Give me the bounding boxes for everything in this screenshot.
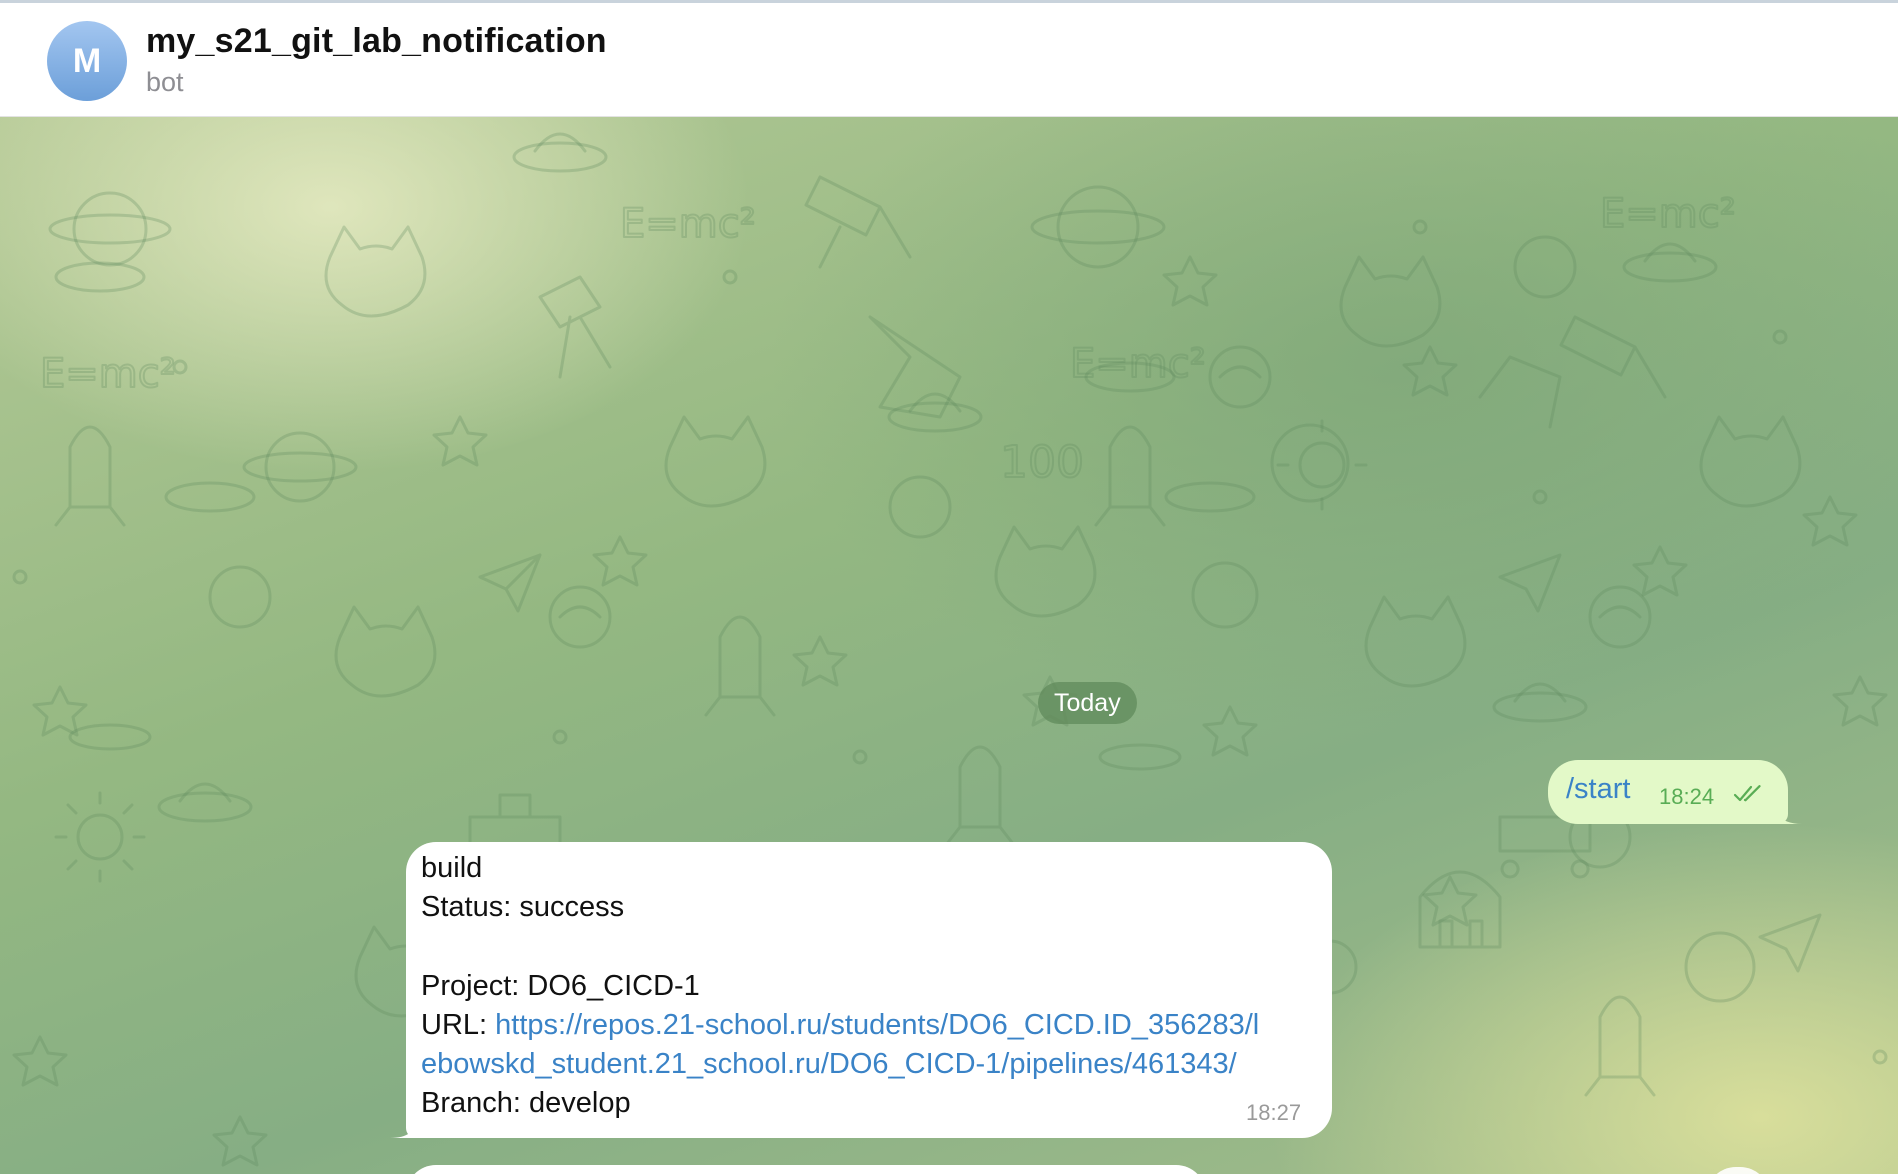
pipeline-link[interactable]: https://repos.21-school.ru/students/DO6_… [495,1009,1259,1041]
chat-area[interactable]: E=mc² E=mc² E=mc² E=mc² 100 Today /start… [0,117,1898,1174]
outgoing-message[interactable]: /start 18:24 [1548,760,1788,824]
message-line-project: Project: DO6_CICD-1 [421,970,700,1002]
message-line-job: build [421,852,483,884]
avatar[interactable]: M [47,21,127,101]
pipeline-link-continued[interactable]: ebowskd_student.21_school.ru/DO6_CICD-1/… [421,1046,1237,1082]
url-label: URL: [421,1009,496,1041]
svg-text:E=mc²: E=mc² [620,201,756,247]
svg-text:E=mc²: E=mc² [1600,191,1736,237]
outgoing-bubble-tail [1774,803,1802,824]
svg-text:E=mc²: E=mc² [40,351,176,397]
message-time: 18:27 [1246,1100,1302,1125]
message-line-status: Status: success [421,891,625,923]
message-time: 18:24 [1659,784,1715,809]
chat-header[interactable]: M my_s21_git_lab_notification bot [0,3,1898,117]
incoming-bubble-tail [390,1117,418,1138]
message-line-url: URL: https://repos.21-school.ru/students… [421,1007,1259,1043]
message-command-link[interactable]: /start [1566,773,1630,806]
next-incoming-message-partial[interactable] [406,1165,1206,1174]
incoming-message[interactable]: build Status: success Project: DO6_CICD-… [406,842,1332,1138]
svg-text:100: 100 [1000,437,1084,488]
chat-subtitle: bot [146,67,184,97]
message-line-branch: Branch: develop [421,1087,631,1119]
chat-title[interactable]: my_s21_git_lab_notification [146,22,607,61]
date-separator: Today [1038,682,1137,724]
read-double-check-icon [1733,785,1761,802]
